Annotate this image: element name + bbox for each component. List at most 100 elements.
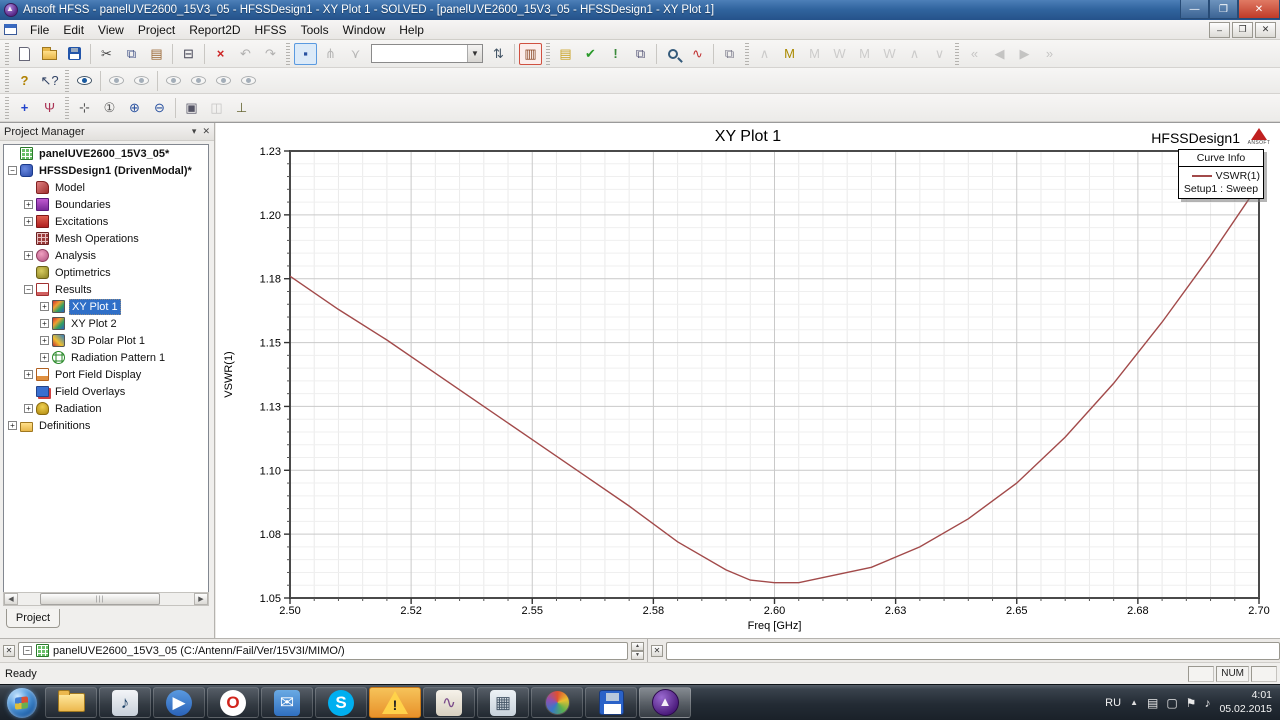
tray-volume-icon[interactable]: ♪ bbox=[1204, 696, 1210, 710]
tree-item-field-overlays[interactable]: Field Overlays bbox=[4, 383, 208, 400]
tray-update-icon[interactable]: ▤ bbox=[1147, 696, 1158, 710]
language-indicator[interactable]: RU bbox=[1105, 697, 1121, 709]
toolbar-grip[interactable] bbox=[5, 69, 9, 92]
tree-expander-icon[interactable]: + bbox=[24, 404, 33, 413]
solution-data-button[interactable]: ⧉ bbox=[629, 43, 652, 65]
tree-horizontal-scrollbar[interactable]: ◀ ||| ▶ bbox=[3, 592, 209, 606]
tree-item-xy-plot-1[interactable]: + XY Plot 1 bbox=[4, 298, 208, 315]
toolbar-grip[interactable] bbox=[546, 42, 550, 65]
tree-expander-icon[interactable]: − bbox=[24, 285, 33, 294]
toolbar-grip[interactable] bbox=[65, 69, 69, 92]
tree-item-model[interactable]: Model bbox=[4, 179, 208, 196]
child-restore-button[interactable]: ❐ bbox=[1232, 21, 1253, 38]
scroll-left-icon[interactable]: ◀ bbox=[4, 593, 18, 605]
toolbar-grip[interactable] bbox=[65, 96, 69, 119]
cut-button[interactable]: ✂ bbox=[95, 43, 118, 65]
visibility-lock-2-button[interactable] bbox=[187, 70, 210, 92]
message-spinner[interactable]: ▲ ▼ bbox=[631, 641, 644, 660]
tree-expander-icon[interactable]: + bbox=[40, 353, 49, 362]
undo-button[interactable]: ↶ bbox=[234, 43, 257, 65]
toolbar-grip[interactable] bbox=[955, 42, 959, 65]
taskbar-opera-button[interactable]: O bbox=[207, 687, 259, 718]
fit-all-button[interactable]: ◫ bbox=[205, 97, 228, 119]
child-minimize-button[interactable]: – bbox=[1209, 21, 1230, 38]
save-button[interactable] bbox=[63, 43, 86, 65]
taskbar-save-tool-button[interactable] bbox=[585, 687, 637, 718]
insert-hfss-design-button[interactable]: + bbox=[13, 97, 36, 119]
solution-setup-button[interactable]: ▥ bbox=[519, 42, 542, 65]
print-button[interactable]: ⊟ bbox=[177, 43, 200, 65]
mdi-child-icon[interactable] bbox=[4, 24, 17, 35]
tray-action-center-icon[interactable]: ⚑ bbox=[1186, 696, 1197, 710]
taskbar-clock[interactable]: 4:01 05.02.2015 bbox=[1219, 689, 1272, 716]
message-expander-icon[interactable]: − bbox=[23, 646, 32, 655]
visibility-lock-3-button[interactable] bbox=[212, 70, 235, 92]
pan-button[interactable]: ⊹ bbox=[73, 97, 96, 119]
wave-shape-7-button[interactable]: ∧ bbox=[903, 43, 926, 65]
taskbar-paint-button[interactable] bbox=[531, 687, 583, 718]
tree-item-xy-plot-2[interactable]: + XY Plot 2 bbox=[4, 315, 208, 332]
close-button[interactable]: ✕ bbox=[1238, 0, 1280, 19]
tree-item-analysis[interactable]: + Analysis bbox=[4, 247, 208, 264]
tree-item-radiation-pattern-1[interactable]: + Radiation Pattern 1 bbox=[4, 349, 208, 366]
dynamic-zoom-button[interactable]: ① bbox=[98, 97, 121, 119]
validate-button[interactable]: ✔ bbox=[579, 43, 602, 65]
tree-expander-icon[interactable]: + bbox=[24, 251, 33, 260]
project-tab[interactable]: Project bbox=[6, 609, 60, 628]
chart-canvas[interactable]: 2.50 2.52 2.55 2.58 2.60 2.63 2.65 2.68 2.70 1.05… bbox=[216, 123, 1280, 639]
tree-expander-icon[interactable]: − bbox=[8, 166, 17, 175]
tree-expander-icon[interactable]: + bbox=[24, 217, 33, 226]
panel-close-icon[interactable]: ✕ bbox=[202, 126, 210, 137]
taskbar-squiggle-app-button[interactable]: ∿ bbox=[423, 687, 475, 718]
taskbar-ansoft-hfss-button[interactable] bbox=[639, 687, 691, 718]
restore-button[interactable]: ❐ bbox=[1209, 0, 1238, 19]
wave-shape-3-button[interactable]: M bbox=[803, 43, 826, 65]
progress-pane-close-icon[interactable]: ✕ bbox=[651, 644, 663, 657]
next-frame-button[interactable]: ▶ bbox=[1013, 43, 1036, 65]
tree-item-excitations[interactable]: + Excitations bbox=[4, 213, 208, 230]
select-face-button[interactable]: ⋔ bbox=[319, 43, 342, 65]
taskbar-explorer-button[interactable] bbox=[45, 687, 97, 718]
taskbar-media-player-button[interactable]: ▶ bbox=[153, 687, 205, 718]
tree-expander-icon[interactable]: + bbox=[24, 200, 33, 209]
open-button[interactable] bbox=[38, 43, 61, 65]
tree-expander-icon[interactable]: + bbox=[40, 319, 49, 328]
start-button[interactable] bbox=[0, 685, 44, 720]
toolbar-grip[interactable] bbox=[5, 96, 9, 119]
tree-item-optimetrics[interactable]: Optimetrics bbox=[4, 264, 208, 281]
tree-item-paneluve2600-15v3-05[interactable]: panelUVE2600_15V3_05* bbox=[4, 145, 208, 162]
panel-dropdown-icon[interactable]: ▾ bbox=[192, 126, 197, 137]
menu-edit[interactable]: Edit bbox=[56, 20, 91, 40]
menu-view[interactable]: View bbox=[91, 20, 131, 40]
menu-window[interactable]: Window bbox=[336, 20, 393, 40]
scroll-right-icon[interactable]: ▶ bbox=[194, 593, 208, 605]
legend-curve-info[interactable]: Curve Info VSWR(1) Setup1 : Sweep bbox=[1178, 149, 1264, 199]
wave-shape-1-button[interactable]: ∧ bbox=[753, 43, 776, 65]
filter-select-button[interactable]: ⇅ bbox=[487, 43, 510, 65]
tree-item-definitions[interactable]: + Definitions bbox=[4, 417, 208, 434]
edit-sources-button[interactable]: ▤ bbox=[554, 43, 577, 65]
tray-network-icon[interactable]: ▢ bbox=[1166, 696, 1177, 710]
paste-button[interactable]: ▤ bbox=[145, 43, 168, 65]
wave-shape-6-button[interactable]: W bbox=[878, 43, 901, 65]
orient-axes-button[interactable]: ⊥ bbox=[230, 97, 253, 119]
delete-button[interactable]: × bbox=[209, 43, 232, 65]
last-frame-button[interactable]: » bbox=[1038, 43, 1061, 65]
tree-item-3d-polar-plot-1[interactable]: +3D Polar Plot 1 bbox=[4, 332, 208, 349]
taskbar-calculator-button[interactable]: ▦ bbox=[477, 687, 529, 718]
tree-item-hfssdesign1-drivenmodal[interactable]: − HFSSDesign1 (DrivenModal)* bbox=[4, 162, 208, 179]
menu-project[interactable]: Project bbox=[131, 20, 182, 40]
select-object-toggle[interactable]: ▪ bbox=[294, 42, 317, 65]
message-list[interactable]: − panelUVE2600_15V3_05 (C:/Antenn/Fail/V… bbox=[18, 641, 628, 660]
tree-item-port-field-display[interactable]: + Port Field Display bbox=[4, 366, 208, 383]
context-help-button[interactable]: ↖? bbox=[38, 70, 61, 92]
toolbar-grip[interactable] bbox=[5, 42, 9, 65]
select-multi-button[interactable]: ⋎ bbox=[344, 43, 367, 65]
hide-selection-button[interactable] bbox=[105, 70, 128, 92]
toolbar-grip[interactable] bbox=[745, 42, 749, 65]
menu-report2d[interactable]: Report2D bbox=[182, 20, 247, 40]
zoom-out-button[interactable]: ⊖ bbox=[148, 97, 171, 119]
menu-tools[interactable]: Tools bbox=[294, 20, 336, 40]
first-frame-button[interactable]: « bbox=[963, 43, 986, 65]
tree-expander-icon[interactable]: + bbox=[40, 336, 49, 345]
